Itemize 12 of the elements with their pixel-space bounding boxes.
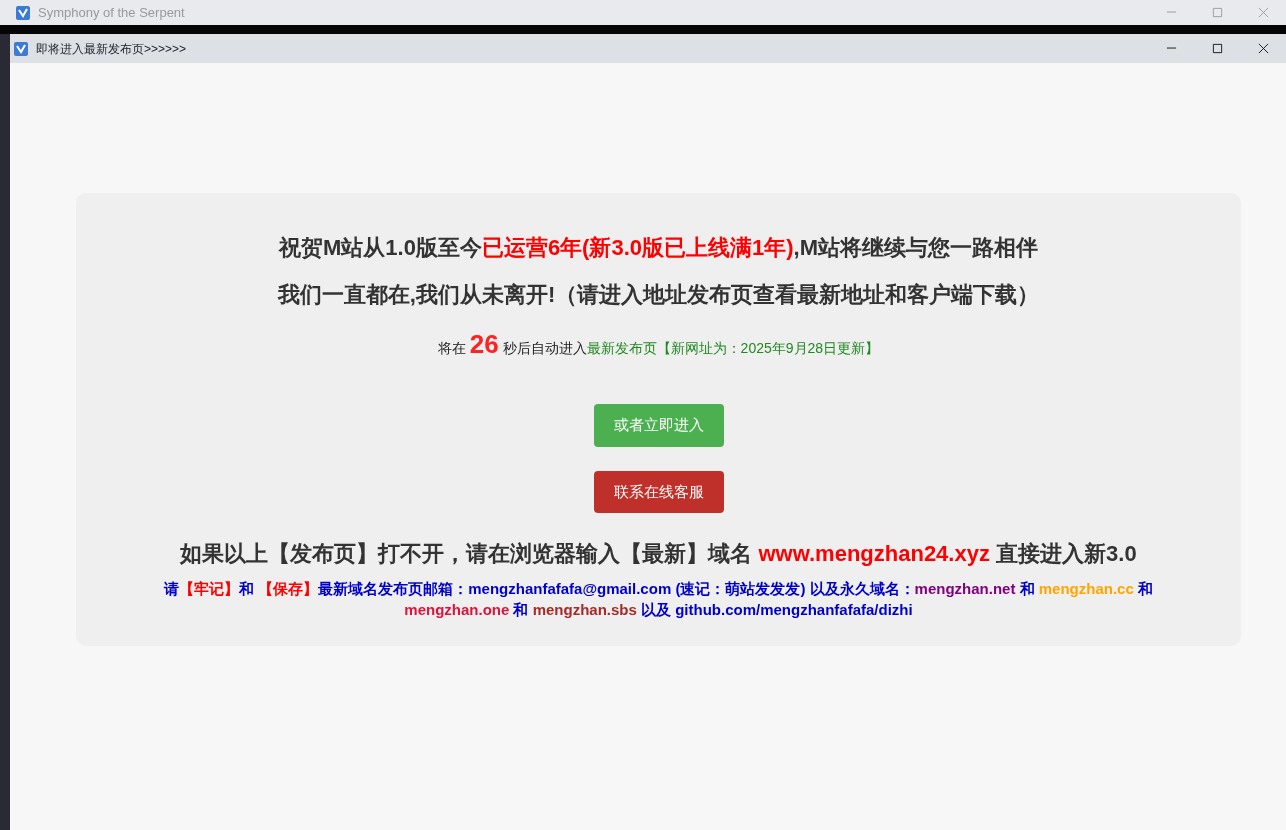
headline: 祝贺M站从1.0版至今已运营6年(新3.0版已上线满1年),M站将继续与您一路相伴 bbox=[277, 234, 1040, 262]
countdown-text: 将在 26 秒后自动进入最新发布页【新网址为：2025年9月28日更新】 bbox=[436, 328, 881, 361]
app-icon bbox=[16, 5, 30, 20]
enter-button[interactable]: 联系在线客服 bbox=[593, 470, 724, 513]
close-icon[interactable] bbox=[1257, 43, 1269, 54]
maximize-icon[interactable] bbox=[1211, 43, 1223, 54]
domain-list-text: 请【牢记】和 【保存】最新域名发布页邮箱：mengzhanfafafa@gmail.com (速记：萌站发发发) 以及永久域名：mengzhan.net 和 mengzhan.cc 和 mengzhan.one 和 mengzhan.sbs 以及 github.com/mengzhanfafafa/dizhi bbox=[162, 579, 1154, 620]
window-title: Symphony of the Serpent bbox=[38, 3, 185, 22]
app-icon bbox=[14, 41, 28, 56]
notice-text: 如果以上【发布页】打不开，请在浏览器输入【最新】域名 www.mengzhan24.xyz 直接进入新3.0 bbox=[179, 540, 1138, 568]
window-title: 即将进入最新发布页>>>>>> bbox=[36, 40, 187, 58]
subheadline: 我们一直都在,我们从未离开!（请进入地址发布页查看最新地址和客户端下载） bbox=[276, 281, 1041, 309]
